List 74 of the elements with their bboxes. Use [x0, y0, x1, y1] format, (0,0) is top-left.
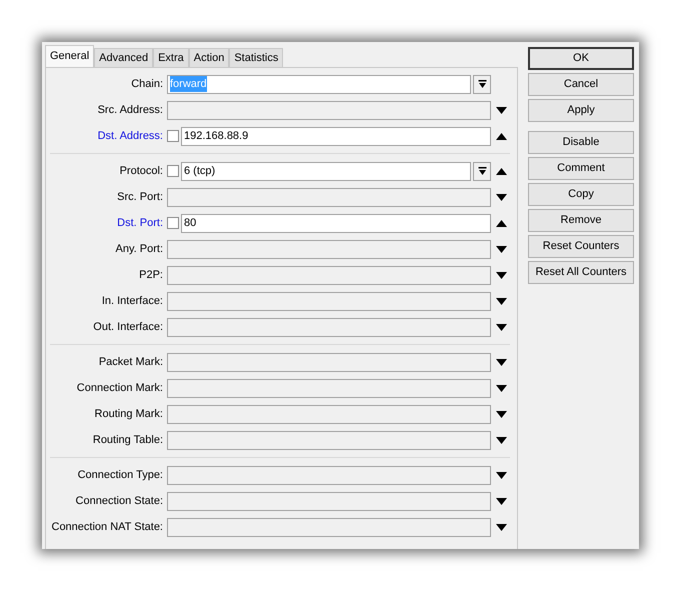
- collapse-arrow-icon[interactable]: [496, 220, 507, 226]
- empty-field[interactable]: [167, 492, 491, 510]
- field-label: Out. Interface:: [92, 320, 164, 335]
- dialog-button[interactable]: Reset All Counters: [528, 261, 634, 284]
- expand-arrow-icon[interactable]: [496, 436, 507, 444]
- field-label: Routing Table:: [92, 432, 164, 448]
- field-label: Connection NAT State:: [50, 520, 164, 535]
- empty-field[interactable]: [167, 352, 491, 372]
- negate-checkbox[interactable]: [167, 217, 179, 229]
- field-label: Dst. Address:: [96, 128, 164, 144]
- field-label: Routing Mark:: [94, 406, 164, 422]
- expand-arrow-icon[interactable]: [496, 106, 507, 114]
- expand-arrow-icon[interactable]: [496, 298, 507, 304]
- field-label: Connection State:: [74, 494, 164, 509]
- tab[interactable]: Action: [188, 48, 230, 67]
- empty-field[interactable]: [167, 266, 491, 284]
- tab[interactable]: General: [45, 45, 94, 67]
- dropdown-icon: [478, 166, 486, 176]
- field-label: Connection Type:: [76, 468, 164, 483]
- field-label: In. Interface:: [100, 294, 164, 309]
- empty-field[interactable]: [167, 100, 491, 120]
- empty-field[interactable]: [167, 240, 491, 258]
- tab[interactable]: Advanced: [94, 48, 154, 67]
- collapse-arrow-icon[interactable]: [496, 168, 507, 174]
- dialog-button[interactable]: Remove: [528, 209, 634, 232]
- empty-field[interactable]: [167, 318, 491, 336]
- dialog-button[interactable]: Comment: [528, 157, 634, 180]
- negate-checkbox[interactable]: [167, 165, 179, 177]
- expand-arrow-icon[interactable]: [496, 324, 507, 330]
- empty-field[interactable]: [167, 430, 491, 450]
- field-label: Src. Port:: [116, 190, 164, 205]
- tab[interactable]: Statistics: [229, 48, 284, 67]
- field-label: Protocol:: [118, 164, 164, 179]
- empty-field[interactable]: [167, 378, 491, 398]
- dropdown-icon: [478, 80, 486, 88]
- value-field[interactable]: 192.168.88.9: [181, 126, 491, 146]
- tab[interactable]: Extra: [153, 48, 189, 67]
- expand-arrow-icon[interactable]: [496, 272, 507, 278]
- expand-arrow-icon[interactable]: [496, 246, 507, 252]
- dialog-button[interactable]: Disable: [528, 131, 634, 154]
- field-label: Packet Mark:: [98, 354, 164, 370]
- value-field[interactable]: 80: [181, 214, 491, 232]
- field-label: P2P:: [138, 268, 164, 283]
- expand-arrow-icon[interactable]: [496, 410, 507, 418]
- negate-checkbox[interactable]: [167, 130, 179, 142]
- expand-arrow-icon[interactable]: [496, 498, 507, 504]
- field-label: Src. Address:: [96, 102, 164, 118]
- field-value: 192.168.88.9: [184, 128, 248, 144]
- expand-arrow-icon[interactable]: [496, 384, 507, 392]
- dialog-button[interactable]: Cancel: [528, 73, 634, 96]
- field-value: forward: [170, 76, 207, 92]
- empty-field[interactable]: [167, 518, 491, 536]
- collapse-arrow-icon[interactable]: [496, 132, 507, 140]
- field-label: Chain:: [130, 76, 164, 92]
- expand-arrow-icon[interactable]: [496, 524, 507, 530]
- field-label: Connection Mark:: [76, 380, 164, 396]
- value-field[interactable]: 6 (tcp): [181, 162, 471, 180]
- field-label: Any. Port:: [114, 242, 164, 257]
- expand-arrow-icon[interactable]: [496, 472, 507, 478]
- dropdown-button[interactable]: [473, 162, 491, 180]
- dialog-button[interactable]: Copy: [528, 183, 634, 206]
- dropdown-button[interactable]: [473, 74, 491, 94]
- dialog-button[interactable]: OK: [528, 47, 634, 70]
- empty-field[interactable]: [167, 292, 491, 310]
- expand-arrow-icon[interactable]: [496, 358, 507, 366]
- empty-field[interactable]: [167, 404, 491, 424]
- dialog-button[interactable]: Apply: [528, 99, 634, 122]
- field-label: Dst. Port:: [116, 216, 164, 231]
- expand-arrow-icon[interactable]: [496, 194, 507, 200]
- field-value: 6 (tcp): [184, 164, 216, 179]
- empty-field[interactable]: [167, 466, 491, 484]
- empty-field[interactable]: [167, 188, 491, 206]
- dialog-button[interactable]: Reset Counters: [528, 235, 634, 258]
- field-value: 80: [184, 216, 196, 231]
